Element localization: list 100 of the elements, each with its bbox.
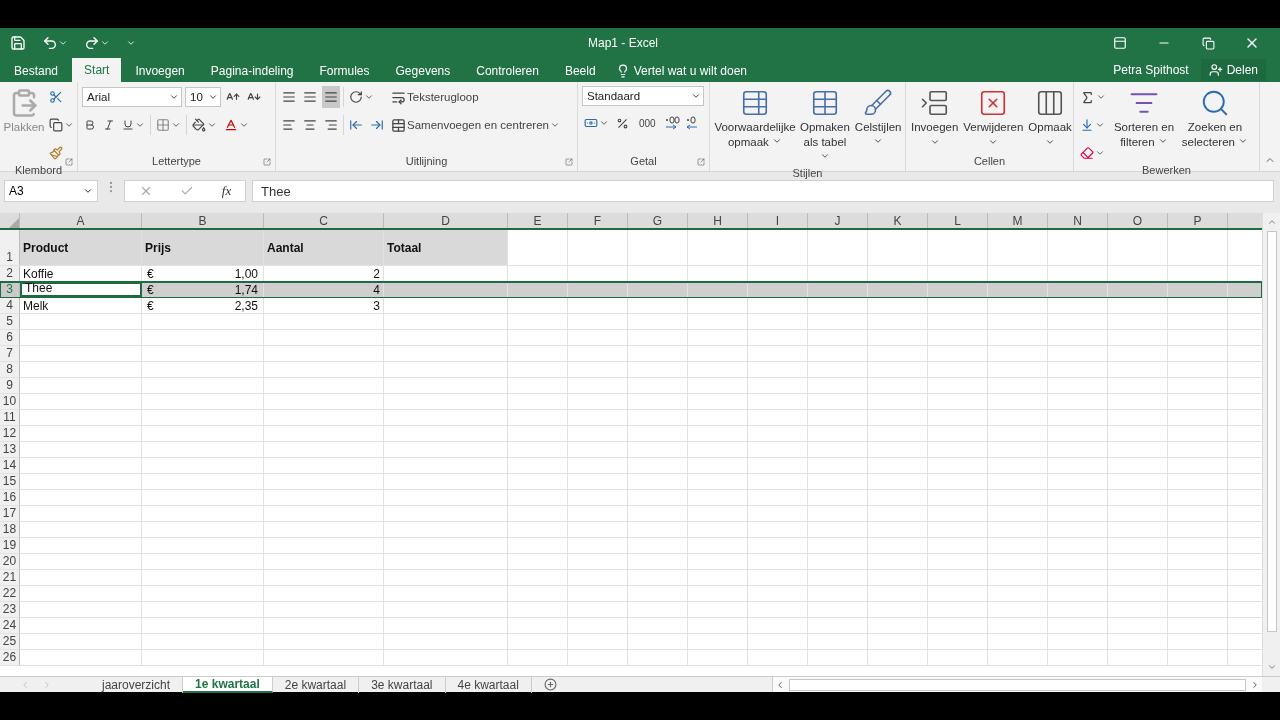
sheet-tab[interactable]: 4e kwartaal (445, 677, 532, 693)
ribbon-tab[interactable]: Pagina-indeling (198, 60, 306, 82)
caret-icon (239, 120, 249, 130)
row-header[interactable]: 21 (0, 570, 20, 585)
active-cell: Thee (20, 282, 142, 297)
dialog-launcher-icon[interactable] (697, 158, 705, 166)
group-label: Stijlen (792, 167, 823, 179)
row-header[interactable]: 2 (0, 266, 20, 281)
cells-button[interactable]: Invoegen (910, 86, 960, 155)
row-header[interactable]: 25 (0, 634, 20, 649)
column-header[interactable]: I (748, 213, 808, 228)
column-header[interactable]: G (628, 213, 688, 228)
sheet-tab[interactable]: 3e kwartaal (359, 677, 446, 693)
row-header[interactable]: 4 (0, 298, 20, 313)
row-header[interactable]: 10 (0, 394, 20, 409)
column-header[interactable]: C (264, 213, 384, 228)
row-header[interactable]: 15 (0, 474, 20, 489)
ribbon-tab[interactable]: Invoegen (123, 60, 197, 82)
column-header[interactable]: P (1168, 213, 1228, 228)
row-header[interactable]: 3 (0, 282, 20, 297)
column-header[interactable]: H (688, 213, 748, 228)
row-header[interactable]: 13 (0, 442, 20, 457)
bold-icon (84, 119, 96, 131)
row-header[interactable]: 26 (0, 650, 20, 665)
scroll-thumb[interactable] (1266, 231, 1277, 632)
group-label: Getal (630, 155, 657, 169)
row-header[interactable]: 5 (0, 314, 20, 329)
scroll-up-icon[interactable] (1266, 217, 1277, 227)
row-header[interactable]: 6 (0, 330, 20, 345)
merge-center-button[interactable]: Samenvoegen en centreren (389, 114, 562, 136)
sheet-tab[interactable]: 2e kwartaal (272, 677, 360, 693)
column-header[interactable]: K (868, 213, 928, 228)
wrap-text-button[interactable]: Teksterugloop (389, 86, 562, 108)
cells-icon (919, 88, 950, 118)
ribbon-tab[interactable]: Start (72, 58, 122, 82)
row-header[interactable]: 7 (0, 346, 20, 361)
column-header[interactable]: N (1048, 213, 1108, 228)
row-header[interactable]: 11 (0, 410, 20, 425)
column-header[interactable]: O (1108, 213, 1168, 228)
thousands-button[interactable]: 000 (634, 112, 661, 134)
currency-symbol: € (147, 267, 154, 281)
group-label: Uitlijning (405, 155, 448, 169)
tell-me-search[interactable]: Vertel wat u wilt doen (609, 60, 754, 82)
row-header[interactable]: 24 (0, 618, 20, 633)
cells-button[interactable]: Opmaak (1027, 86, 1073, 155)
row-header[interactable]: 23 (0, 602, 20, 617)
row-header[interactable]: 14 (0, 458, 20, 473)
font-size-field[interactable]: 10 (185, 87, 221, 107)
align-bottom-button[interactable] (322, 86, 340, 108)
row-header[interactable]: 16 (0, 490, 20, 505)
insert-function-button[interactable]: fx (221, 183, 232, 199)
ribbon-tab[interactable]: Beeld (552, 60, 608, 82)
font-name-field[interactable]: Arial (82, 87, 182, 107)
enter-icon[interactable] (180, 184, 195, 198)
ribbon-tab[interactable]: Bestand (2, 60, 71, 82)
name-box[interactable]: A3 (4, 180, 98, 202)
row-header[interactable]: 8 (0, 362, 20, 377)
column-header[interactable]: A (20, 213, 142, 228)
sheet-tab[interactable]: 1e kwartaal (183, 677, 273, 693)
column-header[interactable]: E (508, 213, 568, 228)
scroll-down-icon[interactable] (1266, 662, 1277, 672)
row-header[interactable]: 9 (0, 378, 20, 393)
ribbon-tab[interactable]: Controleren (464, 60, 551, 82)
number-format-field[interactable]: Standaard (582, 86, 704, 106)
scroll-left-icon[interactable] (775, 679, 785, 690)
caret-icon (364, 92, 374, 102)
increase-decimal-icon[interactable] (663, 115, 682, 131)
row-header[interactable]: 19 (0, 538, 20, 553)
column-header[interactable]: L (928, 213, 988, 228)
dialog-launcher-icon[interactable] (263, 158, 271, 166)
row-header[interactable]: 17 (0, 506, 20, 521)
column-header[interactable]: M (988, 213, 1048, 228)
ribbon-tab[interactable]: Gegevens (383, 60, 463, 82)
caret-icon (772, 136, 783, 146)
styles-button[interactable]: Celstijlen (853, 86, 903, 167)
ribbon-tab[interactable]: Formules (307, 60, 382, 82)
scroll-thumb[interactable] (789, 678, 1246, 691)
scroll-right-icon[interactable] (1250, 679, 1260, 690)
formula-field[interactable]: Thee (252, 180, 1274, 202)
row-header[interactable]: 20 (0, 554, 20, 569)
editing-button[interactable]: Zoeken en selecteren (1180, 86, 1250, 164)
column-header[interactable]: B (142, 213, 264, 228)
row-header[interactable]: 22 (0, 586, 20, 601)
group-label: Klembord (14, 164, 63, 176)
caret-icon (100, 38, 110, 48)
row-header[interactable]: 12 (0, 426, 20, 441)
row-header[interactable]: 1 (0, 230, 20, 265)
editing-button[interactable]: Sorteren en filteren (1111, 86, 1177, 164)
column-header[interactable]: D (384, 213, 508, 228)
share-button[interactable]: Delen (1200, 59, 1266, 81)
styles-button[interactable]: Opmaken als tabel (799, 86, 851, 167)
redo-icon (84, 35, 100, 51)
cells-button[interactable]: Verwijderen (962, 86, 1025, 155)
dialog-launcher-icon[interactable] (565, 158, 573, 166)
clear-icon (1080, 146, 1094, 160)
column-header[interactable]: J (808, 213, 868, 228)
row-header[interactable]: 18 (0, 522, 20, 537)
dialog-launcher-icon[interactable] (65, 158, 73, 166)
styles-button[interactable]: Voorwaardelijke opmaak (714, 86, 796, 167)
column-header[interactable]: F (568, 213, 628, 228)
